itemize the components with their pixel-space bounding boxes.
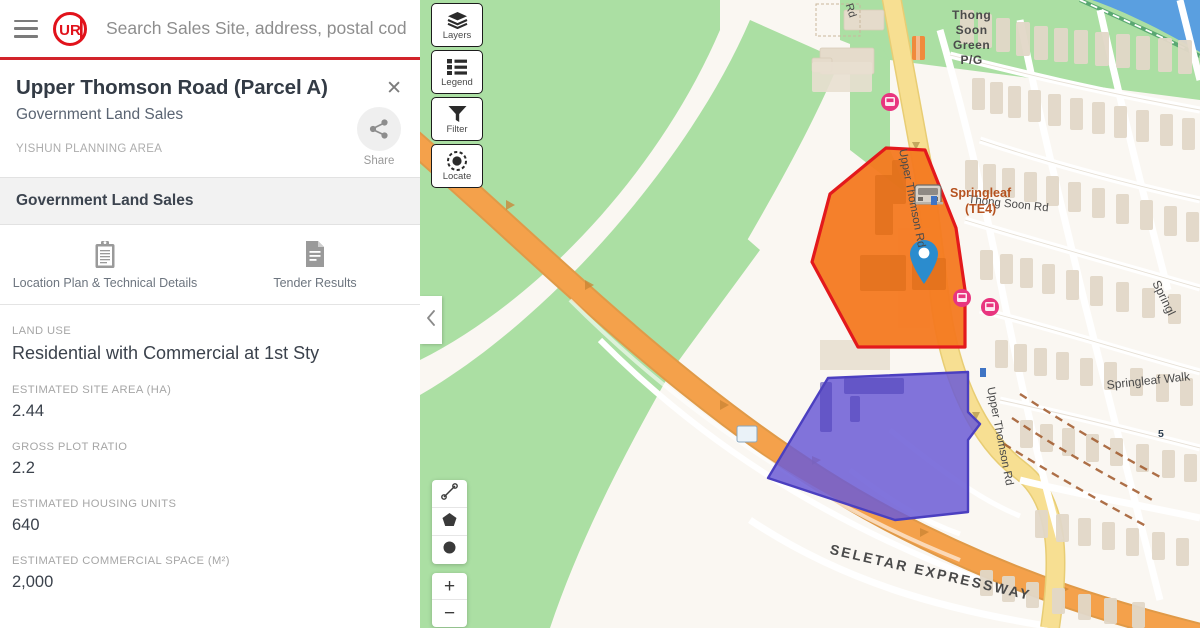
field-value: Residential with Commercial at 1st Sty — [12, 343, 320, 363]
chevron-left-icon — [426, 309, 436, 331]
tab-tender-results[interactable]: Tender Results — [210, 225, 420, 304]
field-value: 2,000 — [12, 573, 54, 591]
collapse-panel-button[interactable] — [420, 296, 442, 344]
map-toolbar: Layers Legend Filter Locate — [431, 3, 483, 191]
field-label: ESTIMATED SITE AREA (HA) — [12, 384, 172, 396]
field-label: ESTIMATED HOUSING UNITS — [12, 498, 177, 510]
draw-polygon-tool[interactable] — [432, 508, 467, 536]
layers-icon — [447, 10, 468, 30]
field-land-use: LAND USE Residential with Commercial at … — [12, 325, 408, 364]
draw-tools — [432, 480, 467, 564]
page-title: Upper Thomson Road (Parcel A) — [16, 76, 328, 99]
field-label: ESTIMATED COMMERCIAL SPACE (M²) — [12, 555, 230, 567]
locate-label: Locate — [442, 170, 472, 182]
planning-area-label: YISHUN PLANNING AREA — [16, 143, 163, 155]
field-label: GROSS PLOT RATIO — [12, 441, 128, 453]
tab-location-plan-label: Location Plan & Technical Details — [12, 276, 198, 290]
layers-label: Layers — [442, 29, 472, 41]
field-gross-plot-ratio: GROSS PLOT RATIO 2.2 — [12, 441, 408, 478]
parcel-subtitle: Government Land Sales — [16, 106, 184, 123]
field-site-area: ESTIMATED SITE AREA (HA) 2.44 — [12, 384, 408, 421]
field-value: 640 — [12, 516, 40, 534]
hamburger-icon[interactable] — [14, 19, 38, 38]
filter-label: Filter — [446, 123, 468, 135]
zoom-out-button[interactable]: − — [432, 600, 467, 627]
map-canvas[interactable]: Thong Soon Green P/G Thong Soon Green Th… — [420, 0, 1200, 628]
search-input[interactable] — [106, 13, 406, 44]
share-button[interactable]: Share — [350, 107, 408, 167]
locate-button[interactable]: Locate — [431, 144, 483, 188]
parcel-fields: LAND USE Residential with Commercial at … — [0, 305, 420, 592]
legend-icon — [447, 57, 467, 77]
locate-icon — [447, 150, 467, 171]
legend-label: Legend — [441, 76, 473, 88]
legend-button[interactable]: Legend — [431, 50, 483, 94]
panel-tabs: Location Plan & Technical Details Tender — [0, 225, 420, 305]
close-icon[interactable]: ✕ — [386, 79, 402, 98]
share-label: Share — [363, 155, 395, 167]
measure-line-tool[interactable] — [432, 480, 467, 508]
tab-tender-results-label: Tender Results — [273, 276, 357, 290]
field-housing-units: ESTIMATED HOUSING UNITS 640 — [12, 498, 408, 535]
clipboard-icon — [93, 239, 117, 269]
filter-icon — [448, 104, 467, 124]
map-graphics — [420, 0, 1200, 628]
svg-text:UR: UR — [59, 22, 81, 39]
measure-line-icon — [441, 482, 458, 505]
draw-circle-icon — [441, 539, 458, 561]
field-commercial-space: ESTIMATED COMMERCIAL SPACE (M²) 2,000 — [12, 555, 408, 592]
top-bar: UR — [0, 0, 420, 57]
section-title: Government Land Sales — [16, 192, 194, 209]
layers-button[interactable]: Layers — [431, 3, 483, 47]
parcel-header: Upper Thomson Road (Parcel A) Government… — [0, 60, 420, 177]
ura-logo[interactable]: UR — [52, 11, 88, 47]
filter-button[interactable]: Filter — [431, 97, 483, 141]
draw-circle-tool[interactable] — [432, 536, 467, 564]
draw-polygon-icon — [441, 511, 458, 533]
field-value: 2.2 — [12, 459, 35, 477]
zoom-controls: + − — [432, 573, 467, 627]
tab-location-plan[interactable]: Location Plan & Technical Details — [0, 225, 210, 304]
info-panel: UR Upper Thomson Road (Parcel A) Governm… — [0, 0, 420, 628]
app-root: Thong Soon Green P/G Thong Soon Green Th… — [0, 0, 1200, 628]
field-label: LAND USE — [12, 325, 72, 337]
zoom-in-button[interactable]: + — [432, 573, 467, 600]
section-header: Government Land Sales — [0, 177, 420, 225]
document-icon — [304, 239, 326, 269]
share-icon — [357, 107, 401, 151]
field-value: 2.44 — [12, 402, 45, 420]
